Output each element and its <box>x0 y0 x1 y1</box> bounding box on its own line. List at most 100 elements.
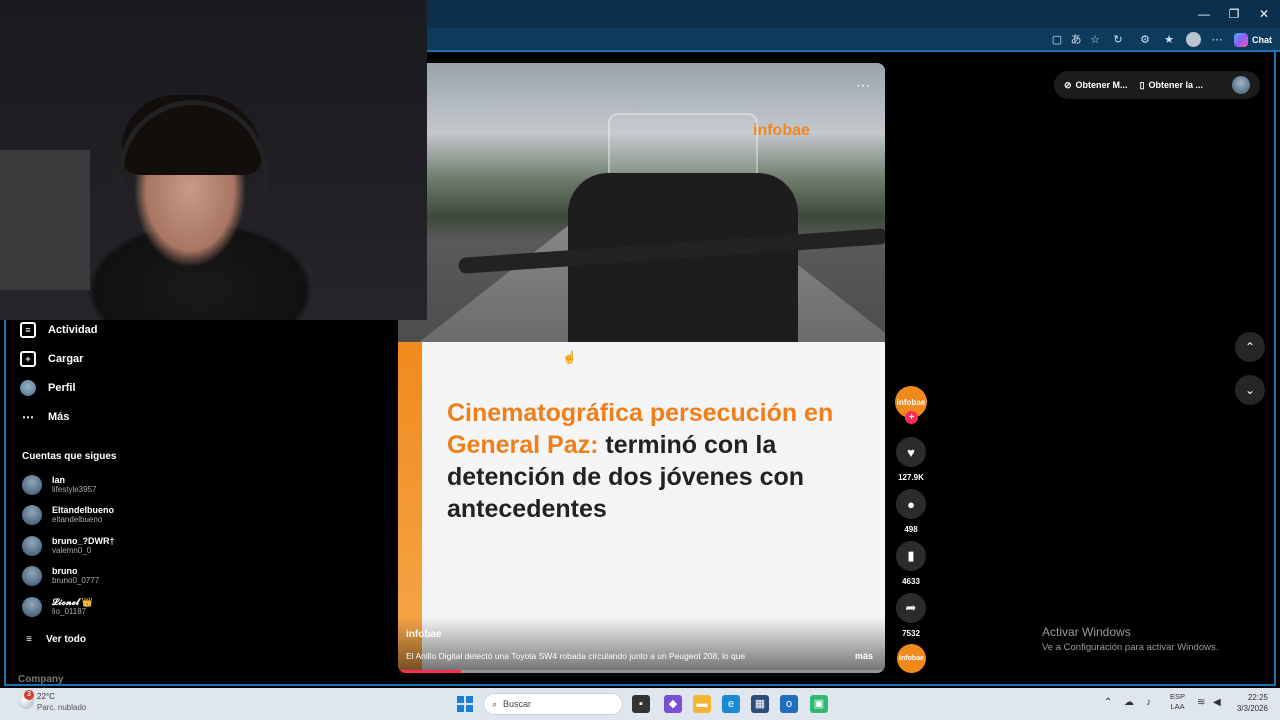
info-icon: ⊘ <box>1064 79 1072 90</box>
followed-account[interactable]: bruno_?DWR† valemn0_0 <box>22 536 115 556</box>
activate-subtitle: Ve a Configuración para activar Windows. <box>1042 642 1219 653</box>
follow-plus-icon[interactable]: + <box>905 411 918 424</box>
followed-account[interactable]: Eltandelbueno eltandelbueno <box>22 505 114 525</box>
comment-count: 498 <box>904 525 918 534</box>
copilot-taskbar-icon[interactable]: ◆ <box>664 695 682 713</box>
outlook-icon[interactable]: o <box>780 695 798 713</box>
store-icon[interactable]: ▦ <box>751 695 769 713</box>
like-count: 127.9K <box>898 473 924 482</box>
app-icon[interactable]: ▣ <box>810 695 828 713</box>
favorite-star-icon[interactable]: ☆ <box>1088 33 1102 47</box>
search-placeholder: Buscar <box>503 699 532 709</box>
video-headline: Cinematográfica persecución en General P… <box>447 397 847 525</box>
tray-overflow-icon[interactable]: ⌃ <box>1104 697 1112 708</box>
close-button[interactable]: ✕ <box>1256 6 1272 22</box>
start-button[interactable] <box>457 696 473 712</box>
app-available-icon[interactable]: ▢ <box>1050 33 1064 47</box>
followed-account[interactable]: 𝓛𝓲𝓸𝓷𝓮𝓵 👑 lio_01187 <box>22 597 93 617</box>
video-frame: infobae ⋯ <box>398 63 885 342</box>
sidebar-item-cargar[interactable]: + Cargar <box>20 351 83 367</box>
heart-icon: ♥ <box>907 444 915 460</box>
video-author[interactable]: infobae <box>406 629 442 640</box>
sidebar-item-mas[interactable]: ⋯ Más <box>20 409 69 425</box>
avatar <box>22 597 42 617</box>
account-handle: valemn0_0 <box>52 546 92 555</box>
sidebar-item-perfil[interactable]: Perfil <box>20 380 76 396</box>
account-handle: lifestyle3957 <box>52 485 97 494</box>
taskbar: 3 22°C Parc. nublado ⌕ Buscar ▪ ◆ ▬ e ▦ … <box>0 688 1280 720</box>
settings-menu-icon[interactable]: ⋯ <box>1210 33 1224 47</box>
account-name: bruno <box>52 566 78 576</box>
mouse-cursor-icon: ☝ <box>562 350 577 364</box>
account-name: Eltandelbueno <box>52 505 115 515</box>
video-progress-fill <box>398 670 462 673</box>
get-app-button[interactable]: ⊘ Obtener M... <box>1064 80 1128 91</box>
next-video-button[interactable]: ⌄ <box>1235 375 1265 405</box>
favorites-icon[interactable]: ★ <box>1162 33 1176 47</box>
copilot-icon <box>1234 33 1248 47</box>
translate-icon[interactable]: あ <box>1069 33 1083 47</box>
system-clock[interactable]: 22:25 3/3/2026 <box>1226 692 1268 714</box>
top-actions-pill: ⊘ Obtener M... ▯ Obtener la ... <box>1054 71 1260 99</box>
webcam-background <box>0 150 90 290</box>
chat-label: Chat <box>1252 35 1272 45</box>
phone-icon: ▯ <box>1139 79 1145 90</box>
sidebar-item-label: Actividad <box>48 324 98 336</box>
sidebar: ≡ Actividad + Cargar Perfil ⋯ Más Cuenta… <box>6 320 156 685</box>
wifi-icon[interactable]: ≋ <box>1197 697 1205 708</box>
account-handle: eltandelbueno <box>52 515 103 524</box>
extensions-icon[interactable]: ⚙ <box>1138 33 1152 47</box>
user-avatar[interactable] <box>1232 76 1250 94</box>
video-more-icon[interactable]: ⋯ <box>856 77 870 94</box>
avatar <box>22 536 42 556</box>
company-link[interactable]: Company <box>18 674 64 685</box>
like-button[interactable]: ♥ <box>896 437 926 467</box>
taskbar-search[interactable]: ⌕ Buscar <box>483 693 623 715</box>
clock-time: 22:25 <box>1247 693 1268 702</box>
account-handle: lio_01187 <box>52 607 87 616</box>
notification-badge: 3 <box>24 690 34 700</box>
language-indicator[interactable]: ESP LAA <box>1170 692 1185 712</box>
sidebar-item-label: Cargar <box>48 353 84 365</box>
more-button[interactable]: más <box>855 651 873 661</box>
refresh-icon[interactable]: ↻ <box>1111 33 1125 47</box>
activate-windows-watermark: Activar Windows Ve a Configuración para … <box>1042 625 1218 653</box>
account-name: bruno_?DWR† <box>52 536 115 546</box>
see-all-label: Ver todo <box>46 633 87 645</box>
minimize-button[interactable]: — <box>1196 6 1212 22</box>
see-all-link[interactable]: ≡ Ver todo <box>24 631 86 647</box>
get-mobile-app-button[interactable]: ▯ Obtener la ... <box>1140 80 1203 91</box>
file-explorer-icon[interactable]: ▬ <box>693 695 711 713</box>
edge-browser-icon[interactable]: e <box>722 695 740 713</box>
lang-layout: LAA <box>1170 702 1185 711</box>
browser-profile-avatar[interactable] <box>1186 32 1201 47</box>
comment-icon: ● <box>907 496 915 512</box>
share-icon: ➦ <box>905 600 917 615</box>
sidebar-item-label: Más <box>48 411 70 423</box>
video-progress-bar[interactable] <box>398 670 885 673</box>
maximize-button[interactable]: ❐ <box>1226 6 1242 22</box>
get-app-label: Obtener M... <box>1075 80 1128 90</box>
bookmark-icon: ▮ <box>907 548 915 563</box>
task-view-icon[interactable]: ▪ <box>632 695 650 713</box>
sidebar-item-actividad[interactable]: ≡ Actividad <box>20 322 98 338</box>
chevron-down-icon: ⌄ <box>1244 383 1256 397</box>
music-disc[interactable]: infobae <box>897 644 926 673</box>
previous-video-button[interactable]: ⌃ <box>1235 332 1265 362</box>
list-icon: ≡ <box>26 633 32 645</box>
copilot-chat-button[interactable]: Chat <box>1234 32 1272 48</box>
volume-icon[interactable]: ◀ <box>1213 697 1221 708</box>
followed-account[interactable]: bruno bruno0_0777 <box>22 566 99 586</box>
microphone-icon[interactable]: ♪ <box>1146 697 1151 708</box>
screen: — ❐ ✕ ▢ あ ☆ ↻ ⚙ ★ ⋯ Chat ≡ Actividad + C… <box>0 0 1280 720</box>
save-button[interactable]: ▮ <box>896 541 926 571</box>
get-mobile-label: Obtener la ... <box>1148 80 1204 90</box>
video-player[interactable]: infobae ⋯ Cinematográfica persecución en… <box>398 63 885 673</box>
avatar <box>22 566 42 586</box>
comment-button[interactable]: ● <box>896 489 926 519</box>
cloud-icon[interactable]: ☁ <box>1124 697 1134 708</box>
avatar <box>22 475 42 495</box>
share-button[interactable]: ➦ <box>896 593 926 623</box>
account-handle: bruno0_0777 <box>52 576 100 585</box>
followed-account[interactable]: Ian lifestyle3957 <box>22 475 96 495</box>
